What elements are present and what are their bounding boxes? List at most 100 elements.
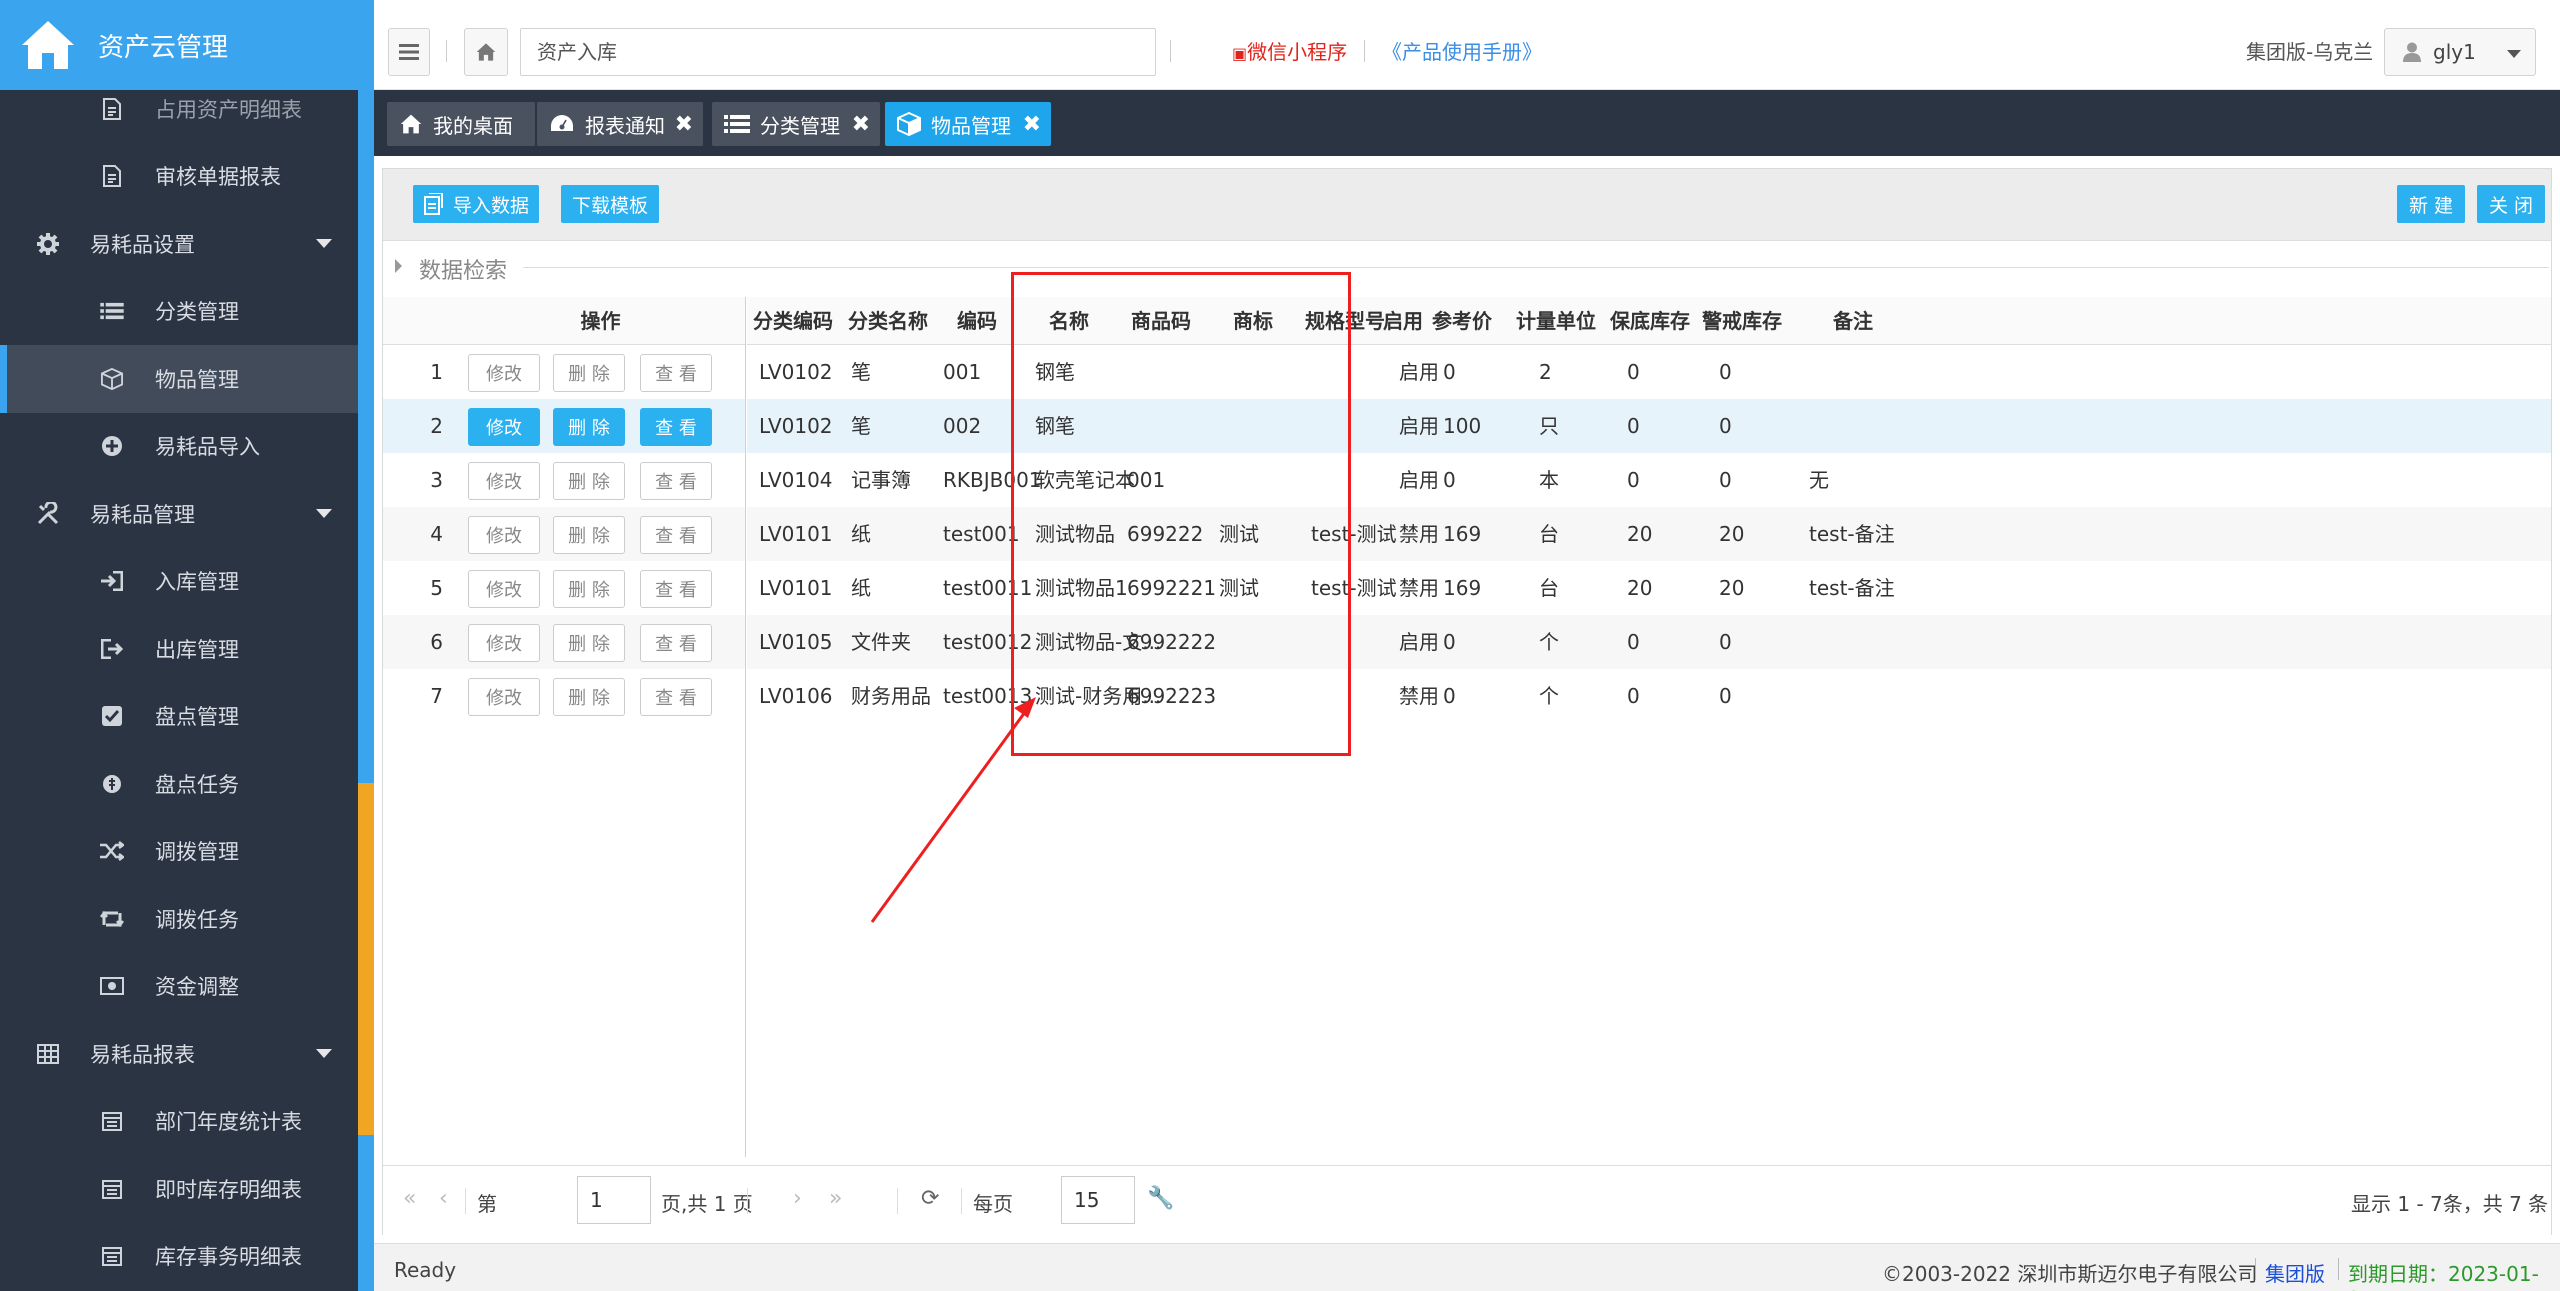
edit-button[interactable]: 修改 (468, 462, 540, 500)
table-row[interactable]: 3 修改删 除查 看 (383, 453, 745, 507)
sidebar-item[interactable]: 盘点任务 (0, 750, 358, 818)
sidebar-item[interactable]: 入库管理 (0, 548, 358, 616)
column-header[interactable]: 备注 (1807, 297, 1899, 345)
edit-button[interactable]: 修改 (468, 570, 540, 608)
delete-button[interactable]: 删 除 (553, 624, 625, 662)
table-cell: 0 (1627, 360, 1640, 384)
product-manual-link[interactable]: 《产品使用手册》 (1382, 36, 1542, 65)
table-cell: 100 (1443, 414, 1482, 438)
app-logo[interactable]: 资产云管理 (0, 0, 374, 90)
sidebar-item[interactable]: 出库管理 (0, 615, 358, 683)
table-cell: 笔 (851, 360, 871, 384)
divider (897, 1188, 898, 1214)
page-total-label: 页,共 1 页 (661, 1192, 753, 1216)
sidebar-item[interactable]: 部门年度统计表 (0, 1088, 358, 1156)
sidebar-item[interactable]: 即时库存明细表 (0, 1155, 358, 1223)
new-button[interactable]: 新 建 (2397, 185, 2465, 223)
delete-button[interactable]: 删 除 (553, 678, 625, 716)
import-data-button[interactable]: 导入数据 (413, 185, 539, 223)
edit-button[interactable]: 修改 (468, 354, 540, 392)
wechat-label: 微信小程序 (1247, 40, 1348, 64)
close-icon[interactable]: ✖ (1023, 112, 1041, 137)
sidebar-item[interactable]: 调拨管理 (0, 818, 358, 886)
sidebar-item[interactable]: 易耗品导入 (0, 413, 358, 481)
view-button[interactable]: 查 看 (640, 570, 712, 608)
close-button[interactable]: 关 闭 (2477, 185, 2545, 223)
last-page-icon[interactable]: » (829, 1186, 842, 1211)
sidebar-item[interactable]: 易耗品报表 (0, 1020, 358, 1088)
table-cell: 0 (1627, 468, 1640, 492)
calendar-icon (100, 1244, 124, 1268)
sidebar-item-label: 占用资产明细表 (155, 97, 302, 122)
delete-button[interactable]: 删 除 (553, 462, 625, 500)
column-header[interactable]: 操作 (455, 297, 746, 345)
menu-toggle-button[interactable] (388, 28, 430, 76)
view-button[interactable]: 查 看 (640, 354, 712, 392)
sidebar-item[interactable]: 库存事务明细表 (0, 1223, 358, 1291)
sidebar-item[interactable]: 调拨任务 (0, 885, 358, 953)
column-header[interactable]: 分类名称 (842, 297, 934, 345)
check-square-icon (100, 704, 124, 728)
table-row[interactable]: 1 修改删 除查 看 (383, 345, 745, 399)
view-button[interactable]: 查 看 (640, 462, 712, 500)
delete-button[interactable]: 删 除 (553, 408, 625, 446)
list-icon (100, 299, 124, 323)
edit-button[interactable]: 修改 (468, 408, 540, 446)
per-page-input[interactable] (1061, 1176, 1135, 1224)
tab-item-management[interactable]: 物品管理 ✖ (885, 102, 1051, 146)
table-row[interactable]: 5 修改删 除查 看 (383, 561, 745, 615)
table-cell: 无 (1809, 468, 1829, 492)
divider (1170, 40, 1171, 62)
edit-button[interactable]: 修改 (468, 678, 540, 716)
delete-button[interactable]: 删 除 (553, 354, 625, 392)
view-button[interactable]: 查 看 (640, 624, 712, 662)
first-page-icon[interactable]: « (403, 1186, 416, 1211)
sidebar-scroll-strip[interactable] (358, 90, 374, 1291)
address-input[interactable]: 资产入库 (520, 28, 1156, 76)
delete-button[interactable]: 删 除 (553, 570, 625, 608)
shuffle-icon (100, 839, 124, 863)
sidebar-scroll-thumb[interactable] (358, 783, 374, 1135)
user-menu-button[interactable]: gly1 (2384, 28, 2536, 76)
expiry-date: 到期日期：2023-01-25 (2348, 1262, 2539, 1291)
view-button[interactable]: 查 看 (640, 678, 712, 716)
table-cell: 20 (1719, 576, 1745, 600)
table-row[interactable]: 7 修改删 除查 看 (383, 669, 745, 723)
prev-page-icon[interactable]: ‹ (439, 1186, 448, 1211)
table-row[interactable]: 4 修改删 除查 看 (383, 507, 745, 561)
edit-button[interactable]: 修改 (468, 624, 540, 662)
column-header[interactable]: 分类编码 (747, 297, 839, 345)
divider (465, 1188, 466, 1214)
sidebar-item[interactable]: 资金调整 (0, 953, 358, 1021)
sidebar-item-label: 易耗品报表 (90, 1042, 195, 1067)
home-button[interactable] (464, 28, 508, 76)
edit-button[interactable]: 修改 (468, 516, 540, 554)
wechat-miniprogram-link[interactable]: ▣微信小程序 (1232, 36, 1347, 65)
close-icon[interactable]: ✖ (675, 112, 693, 137)
sidebar-item-label: 易耗品导入 (155, 435, 260, 460)
tab-desktop[interactable]: 我的桌面 (387, 102, 535, 146)
tab-report-notice[interactable]: 报表通知 ✖ (537, 102, 703, 146)
download-template-button[interactable]: 下载模板 (561, 185, 659, 223)
table-row[interactable]: 2 修改删 除查 看 (383, 399, 745, 453)
tab-category-management[interactable]: 分类管理 ✖ (712, 102, 880, 146)
sidebar-item[interactable]: 审核单据报表 (0, 143, 358, 211)
column-header[interactable]: 警戒库存 (1677, 297, 1807, 345)
table-row[interactable]: 6 修改删 除查 看 (383, 615, 745, 669)
close-icon[interactable]: ✖ (852, 112, 870, 137)
sidebar-item[interactable]: 易耗品管理 (0, 480, 358, 548)
sidebar-item[interactable]: 分类管理 (0, 278, 358, 346)
view-button[interactable]: 查 看 (640, 408, 712, 446)
column-header[interactable]: 编码 (931, 297, 1023, 345)
wrench-icon[interactable]: 🔧 (1147, 1186, 1174, 1211)
page-number-input[interactable] (577, 1176, 651, 1224)
sidebar-item[interactable]: 物品管理 (0, 345, 358, 413)
sidebar-item[interactable]: 易耗品设置 (0, 210, 358, 278)
table-cell: 0 (1719, 630, 1732, 654)
next-page-icon[interactable]: › (793, 1186, 802, 1211)
refresh-icon[interactable]: ⟳ (921, 1186, 939, 1211)
sidebar-item[interactable]: 盘点管理 (0, 683, 358, 751)
delete-button[interactable]: 删 除 (553, 516, 625, 554)
view-button[interactable]: 查 看 (640, 516, 712, 554)
data-search-section[interactable]: 数据检索 (383, 241, 2551, 293)
